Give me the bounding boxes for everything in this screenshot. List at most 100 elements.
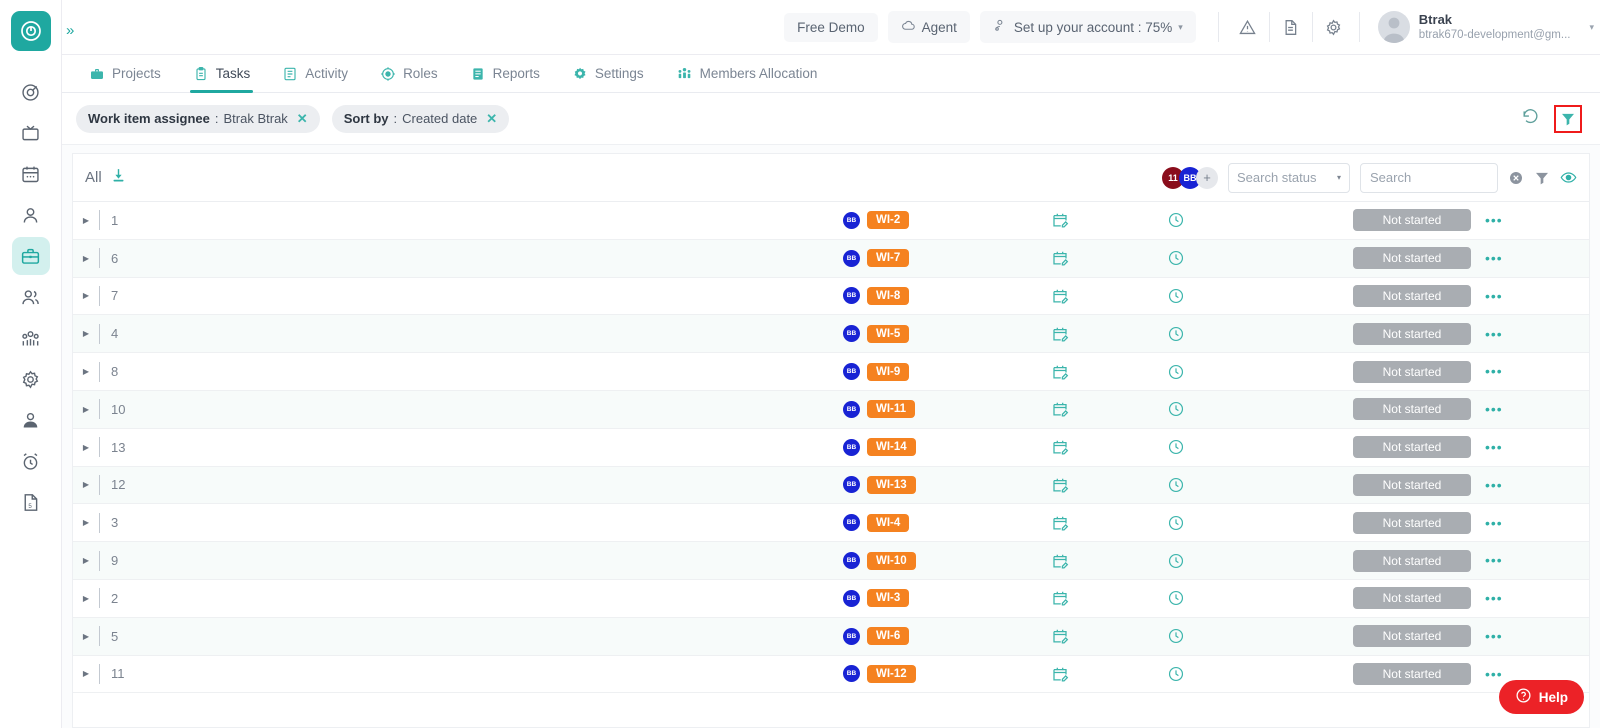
status-cell[interactable]: Not started	[1353, 436, 1471, 459]
calendar-edit-icon[interactable]	[1051, 476, 1069, 494]
assignee-avatar[interactable]: BB	[843, 400, 860, 418]
calendar-edit-icon[interactable]	[1051, 438, 1069, 456]
work-item-badge[interactable]: WI-8	[867, 286, 910, 305]
calendar-edit-icon[interactable]	[1051, 211, 1069, 229]
free-demo-button[interactable]: Free Demo	[784, 12, 878, 42]
calendar-edit-icon[interactable]	[1051, 325, 1069, 343]
row-menu-button[interactable]: •••	[1485, 288, 1503, 303]
tab-reports[interactable]: Reports	[455, 55, 555, 93]
close-icon[interactable]: ✕	[486, 111, 497, 127]
assignee-avatar[interactable]: BB	[843, 514, 860, 532]
rail-item-briefcase[interactable]	[11, 237, 50, 275]
download-icon[interactable]	[110, 167, 127, 189]
row-menu-button[interactable]: •••	[1485, 213, 1503, 228]
expand-row-icon[interactable]: ▶	[73, 443, 99, 452]
close-icon[interactable]: ✕	[297, 111, 308, 127]
row-menu-button[interactable]: •••	[1485, 629, 1503, 644]
expand-row-icon[interactable]: ▶	[73, 291, 99, 300]
row-menu-button[interactable]: •••	[1485, 326, 1503, 341]
tab-members-allocation[interactable]: Members Allocation	[661, 55, 833, 93]
expand-row-icon[interactable]: ▶	[73, 518, 99, 527]
table-row[interactable]: ▶ 12 BB WI-13 Not started •••	[73, 466, 1589, 505]
calendar-edit-icon[interactable]	[1051, 287, 1069, 305]
table-row[interactable]: ▶ 5 BB WI-6 Not started •••	[73, 617, 1589, 656]
assignee-avatar[interactable]: BB	[843, 211, 860, 229]
rail-item-calendar[interactable]	[12, 155, 50, 193]
assignee-avatar[interactable]: BB	[843, 363, 860, 381]
help-button[interactable]: Help	[1498, 680, 1584, 714]
add-avatar-button[interactable]: +	[1196, 166, 1218, 189]
filter-button[interactable]	[1554, 104, 1582, 133]
table-row[interactable]: ▶ 11 BB WI-12 Not started •••	[73, 656, 1589, 694]
tab-roles[interactable]: Roles	[365, 55, 453, 93]
search-input[interactable]: Search	[1360, 162, 1498, 193]
clock-icon[interactable]	[1167, 665, 1185, 683]
row-menu-button[interactable]: •••	[1485, 440, 1503, 455]
table-row[interactable]: ▶ 1 BB WI-2 Not started •••	[73, 202, 1589, 240]
status-cell[interactable]: Not started	[1353, 473, 1471, 496]
work-item-badge[interactable]: WI-6	[867, 627, 910, 646]
table-row[interactable]: ▶ 3 BB WI-4 Not started •••	[73, 504, 1589, 543]
rail-item-monitor[interactable]	[12, 114, 50, 152]
tab-activity[interactable]: Activity	[267, 55, 363, 93]
expand-row-icon[interactable]: ▶	[73, 329, 99, 338]
rail-item-settings[interactable]	[12, 360, 50, 398]
work-item-badge[interactable]: WI-12	[867, 664, 916, 683]
app-logo[interactable]	[10, 11, 51, 51]
rail-item-person[interactable]	[12, 196, 50, 234]
chevron-down-icon[interactable]: ▾	[1589, 22, 1594, 33]
status-cell[interactable]: Not started	[1353, 360, 1471, 383]
calendar-edit-icon[interactable]	[1051, 363, 1069, 381]
clock-icon[interactable]	[1167, 627, 1185, 645]
status-cell[interactable]: Not started	[1353, 284, 1471, 307]
agent-button[interactable]: Agent	[887, 11, 970, 43]
reset-icon[interactable]	[1521, 107, 1540, 131]
eye-icon[interactable]	[1560, 169, 1577, 186]
table-row[interactable]: ▶ 6 BB WI-7 Not started •••	[73, 239, 1589, 278]
table-row[interactable]: ▶ 10 BB WI-11 Not started •••	[73, 390, 1589, 429]
assignee-avatar[interactable]: BB	[843, 438, 860, 456]
assignee-avatar[interactable]: BB	[843, 249, 860, 267]
status-cell[interactable]: Not started	[1353, 209, 1471, 232]
rail-item-user-badge[interactable]	[12, 401, 50, 439]
gear-icon[interactable]	[1317, 10, 1351, 44]
status-cell[interactable]: Not started	[1353, 398, 1471, 421]
chevrons-right-icon[interactable]: »	[66, 22, 74, 39]
warning-triangle-icon[interactable]	[1231, 10, 1265, 44]
row-menu-button[interactable]: •••	[1485, 515, 1503, 530]
work-item-badge[interactable]: WI-13	[867, 475, 916, 494]
clock-icon[interactable]	[1167, 514, 1185, 532]
expand-row-icon[interactable]: ▶	[73, 216, 99, 225]
clock-icon[interactable]	[1167, 589, 1185, 607]
clock-icon[interactable]	[1167, 476, 1185, 494]
table-row[interactable]: ▶ 13 BB WI-14 Not started •••	[73, 429, 1589, 467]
tab-tasks[interactable]: Tasks	[178, 55, 266, 93]
calendar-edit-icon[interactable]	[1051, 552, 1069, 570]
setup-account-button[interactable]: Set up your account : 75% ▾	[979, 11, 1196, 43]
row-menu-button[interactable]: •••	[1485, 477, 1503, 492]
status-cell[interactable]: Not started	[1353, 247, 1471, 270]
document-icon[interactable]	[1274, 10, 1308, 44]
assignee-avatar[interactable]: BB	[843, 287, 860, 305]
row-menu-button[interactable]: •••	[1485, 364, 1503, 379]
work-item-badge[interactable]: WI-5	[867, 324, 910, 343]
clock-icon[interactable]	[1167, 363, 1185, 381]
calendar-edit-icon[interactable]	[1051, 627, 1069, 645]
clock-icon[interactable]	[1167, 211, 1185, 229]
rail-item-alarm[interactable]	[12, 442, 50, 480]
expand-row-icon[interactable]: ▶	[73, 367, 99, 376]
table-row[interactable]: ▶ 9 BB WI-10 Not started •••	[73, 542, 1589, 580]
row-menu-button[interactable]: •••	[1485, 591, 1503, 606]
expand-row-icon[interactable]: ▶	[73, 405, 99, 414]
tab-settings[interactable]: Settings	[557, 55, 659, 93]
rail-item-timer[interactable]	[12, 73, 50, 111]
status-cell[interactable]: Not started	[1353, 549, 1471, 572]
rail-item-document[interactable]: 5	[12, 483, 50, 521]
assignee-avatar[interactable]: BB	[843, 627, 860, 645]
status-select[interactable]: Search status ▾	[1228, 162, 1350, 193]
table-row[interactable]: ▶ 7 BB WI-8 Not started •••	[73, 278, 1589, 316]
work-item-badge[interactable]: WI-10	[867, 551, 916, 570]
work-item-badge[interactable]: WI-4	[867, 513, 910, 532]
calendar-edit-icon[interactable]	[1051, 249, 1069, 267]
expand-row-icon[interactable]: ▶	[73, 254, 99, 263]
